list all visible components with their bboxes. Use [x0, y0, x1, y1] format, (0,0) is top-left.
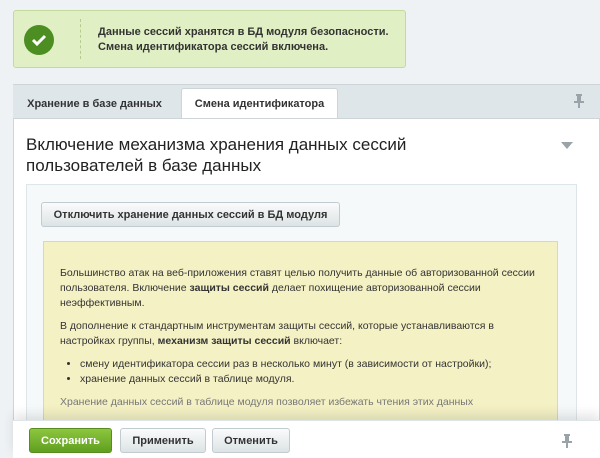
notice-line-2: Смена идентификатора сессий включена. — [98, 41, 329, 53]
info-p1-bold: защиты сессий — [189, 282, 269, 294]
info-list: смену идентификатора сессии раз в нескол… — [80, 357, 540, 387]
panel-title-line-1: Включение механизма хранения данных сесс… — [26, 135, 407, 154]
list-item: смену идентификатора сессии раз в нескол… — [80, 357, 540, 372]
notice-text: Данные сессий хранятся в БД модуля безоп… — [98, 25, 389, 55]
info-content: Большинство атак на веб-приложения ставя… — [60, 266, 540, 418]
panel-title-line-2: пользователей в базе данных — [26, 156, 262, 175]
info-p2-text-end: включает: — [290, 335, 343, 347]
apply-button[interactable]: Применить — [120, 428, 206, 453]
check-icon — [24, 25, 54, 55]
collapse-arrow-icon[interactable] — [561, 142, 573, 149]
notice-line-1: Данные сессий хранятся в БД модуля безоп… — [98, 26, 389, 38]
pin-icon[interactable] — [573, 94, 585, 108]
info-box: Большинство атак на веб-приложения ставя… — [43, 241, 558, 420]
disable-session-storage-button[interactable]: Отключить хранение данных сессий в БД мо… — [41, 202, 340, 227]
info-paragraph-1: Большинство атак на веб-приложения ставя… — [60, 266, 540, 311]
pin-icon[interactable] — [561, 434, 573, 448]
info-paragraph-2: В дополнение к стандартным инструментам … — [60, 319, 540, 349]
panel-title: Включение механизма хранения данных сесс… — [26, 134, 486, 176]
cancel-button[interactable]: Отменить — [212, 428, 290, 453]
tab-id-change[interactable]: Смена идентификатора — [181, 88, 338, 118]
save-button[interactable]: Сохранить — [29, 428, 112, 453]
info-p2-bold: механизм защиты сессий — [157, 335, 291, 347]
tab-db-storage[interactable]: Хранение в базе данных — [13, 88, 176, 120]
info-paragraph-3: Хранение данных сессий в таблице модуля … — [60, 396, 474, 408]
notice-separator — [80, 19, 81, 59]
success-notice: Данные сессий хранятся в БД модуля безоп… — [13, 10, 406, 68]
list-item: хранение данных сессий в таблице модуля. — [80, 372, 540, 387]
